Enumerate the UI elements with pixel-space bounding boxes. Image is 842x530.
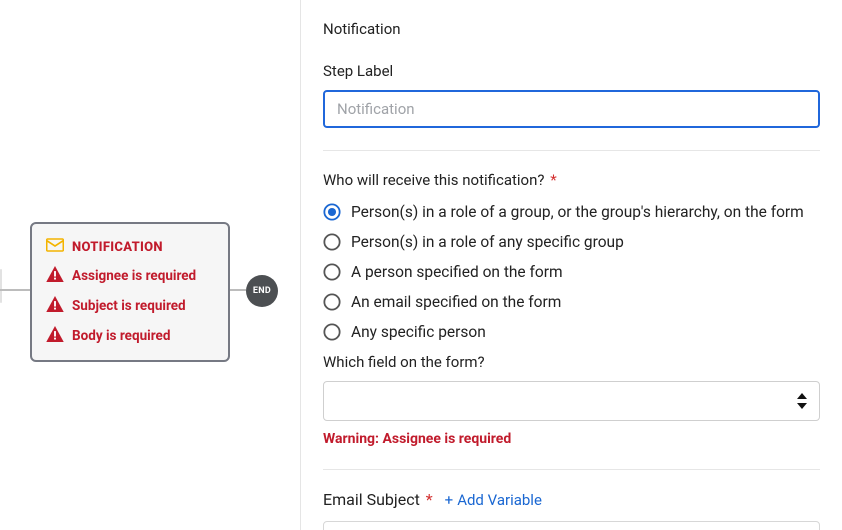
radio-button-icon xyxy=(323,293,341,311)
email-subject-text: Email Subject xyxy=(323,490,420,509)
warning-triangle-icon xyxy=(46,266,64,286)
radio-button-icon xyxy=(323,233,341,251)
end-label: END xyxy=(253,286,271,296)
node-header: NOTIFICATION xyxy=(46,238,214,256)
warning-triangle-icon xyxy=(46,296,64,316)
error-text: Subject is required xyxy=(72,298,186,314)
add-variable-link[interactable]: + Add Variable xyxy=(445,491,542,509)
panel-title: Notification xyxy=(323,20,820,38)
node-error: Assignee is required xyxy=(46,266,214,286)
required-asterisk: * xyxy=(426,490,433,509)
email-subject-input[interactable] xyxy=(323,521,820,530)
recipient-question-text: Who will receive this notification? xyxy=(323,171,544,189)
workflow-canvas: NOTIFICATION Assignee is required Subjec… xyxy=(0,0,300,530)
error-text: Body is required xyxy=(72,328,170,344)
radio-label: Person(s) in a role of a group, or the g… xyxy=(351,203,804,221)
radio-option-2[interactable]: A person specified on the form xyxy=(323,263,820,281)
envelope-icon xyxy=(46,238,64,256)
error-text: Assignee is required xyxy=(72,268,196,284)
step-label-label: Step Label xyxy=(323,62,820,80)
radio-label: Any specific person xyxy=(351,323,486,341)
radio-option-3[interactable]: An email specified on the form xyxy=(323,293,820,311)
plus-icon: + xyxy=(445,491,454,509)
radio-label: An email specified on the form xyxy=(351,293,561,311)
step-label-input[interactable] xyxy=(323,90,820,128)
connector-line-right xyxy=(230,289,246,291)
workflow-node-end[interactable]: END xyxy=(246,275,278,307)
required-asterisk: * xyxy=(550,171,556,189)
radio-label: A person specified on the form xyxy=(351,263,563,281)
radio-button-selected-icon xyxy=(323,203,341,221)
workflow-node-notification[interactable]: NOTIFICATION Assignee is required Subjec… xyxy=(30,222,230,362)
properties-panel: Notification Step Label Who will receive… xyxy=(300,0,842,530)
radio-label: Person(s) in a role of any specific grou… xyxy=(351,233,624,251)
email-subject-label: Email Subject * xyxy=(323,490,433,509)
which-field-select[interactable] xyxy=(323,381,820,421)
radio-option-0[interactable]: Person(s) in a role of a group, or the g… xyxy=(323,203,820,221)
which-field-label: Which field on the form? xyxy=(323,353,820,371)
radio-option-1[interactable]: Person(s) in a role of any specific grou… xyxy=(323,233,820,251)
radio-button-icon xyxy=(323,323,341,341)
radio-option-4[interactable]: Any specific person xyxy=(323,323,820,341)
radio-button-icon xyxy=(323,263,341,281)
node-error: Subject is required xyxy=(46,296,214,316)
node-error: Body is required xyxy=(46,326,214,346)
connector-line-left xyxy=(0,289,30,291)
add-variable-text: Add Variable xyxy=(457,491,542,509)
assignee-warning: Warning: Assignee is required xyxy=(323,431,820,447)
recipient-question: Who will receive this notification? * xyxy=(323,171,820,189)
warning-triangle-icon xyxy=(46,326,64,346)
connector-stub xyxy=(0,269,2,303)
node-title: NOTIFICATION xyxy=(72,240,163,255)
